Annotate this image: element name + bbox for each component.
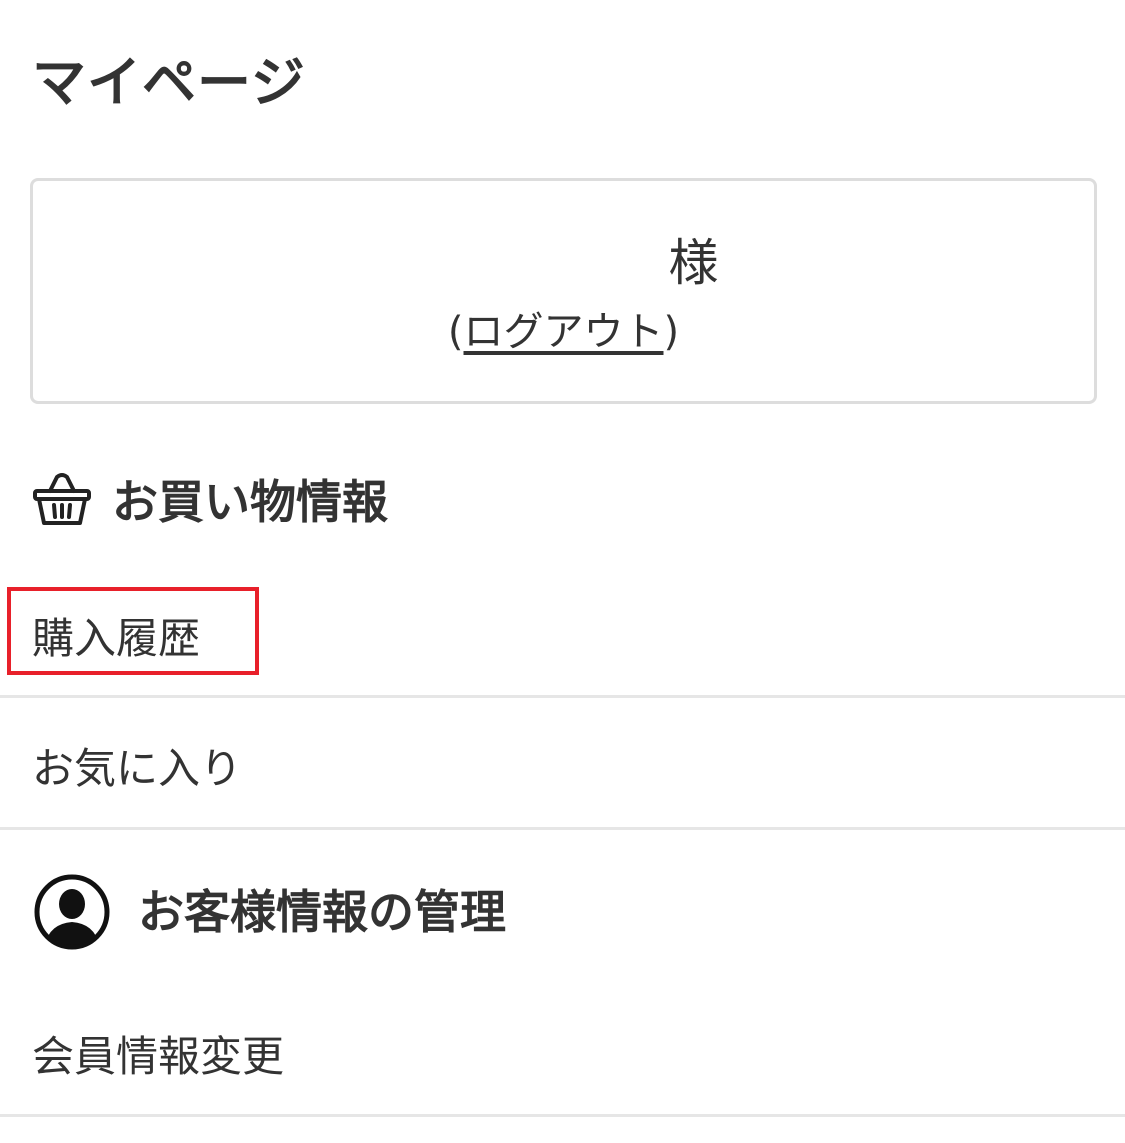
honorific: 様 — [668, 234, 719, 292]
menu-item-label: 購入履歴 — [32, 613, 201, 663]
divider — [0, 695, 1125, 698]
menu-item-purchase-history[interactable]: 購入履歴 — [0, 590, 1125, 680]
user-greeting: 様 — [33, 223, 1094, 295]
shopping-section-title: お買い物情報 — [112, 475, 388, 529]
divider — [0, 827, 1125, 830]
shopping-section-heading: お買い物情報 — [32, 466, 388, 532]
logout-paren-open: ( — [447, 309, 464, 355]
menu-item-favorites[interactable]: お気に入り — [0, 720, 1125, 810]
menu-item-edit-member-info[interactable]: 会員情報変更 — [0, 1008, 1125, 1098]
basket-icon — [32, 471, 92, 527]
logout-paren-close: ) — [663, 309, 680, 355]
user-avatar-icon — [32, 872, 112, 952]
page-title: マイページ — [32, 51, 306, 114]
customer-section-heading: お客様情報の管理 — [32, 866, 506, 952]
customer-section-title: お客様情報の管理 — [138, 885, 506, 939]
divider — [0, 1114, 1125, 1117]
menu-item-label: お気に入り — [32, 743, 243, 793]
logout-row: (ログアウト) — [33, 299, 1094, 357]
logout-link[interactable]: ログアウト — [464, 309, 664, 355]
user-info-box: 様 (ログアウト) — [30, 178, 1097, 404]
mypage: マイページ 様 (ログアウト) お買い物情報 購入履歴 お気に入り お客様情報の… — [0, 0, 1125, 1143]
menu-item-label: 会員情報変更 — [32, 1031, 285, 1081]
